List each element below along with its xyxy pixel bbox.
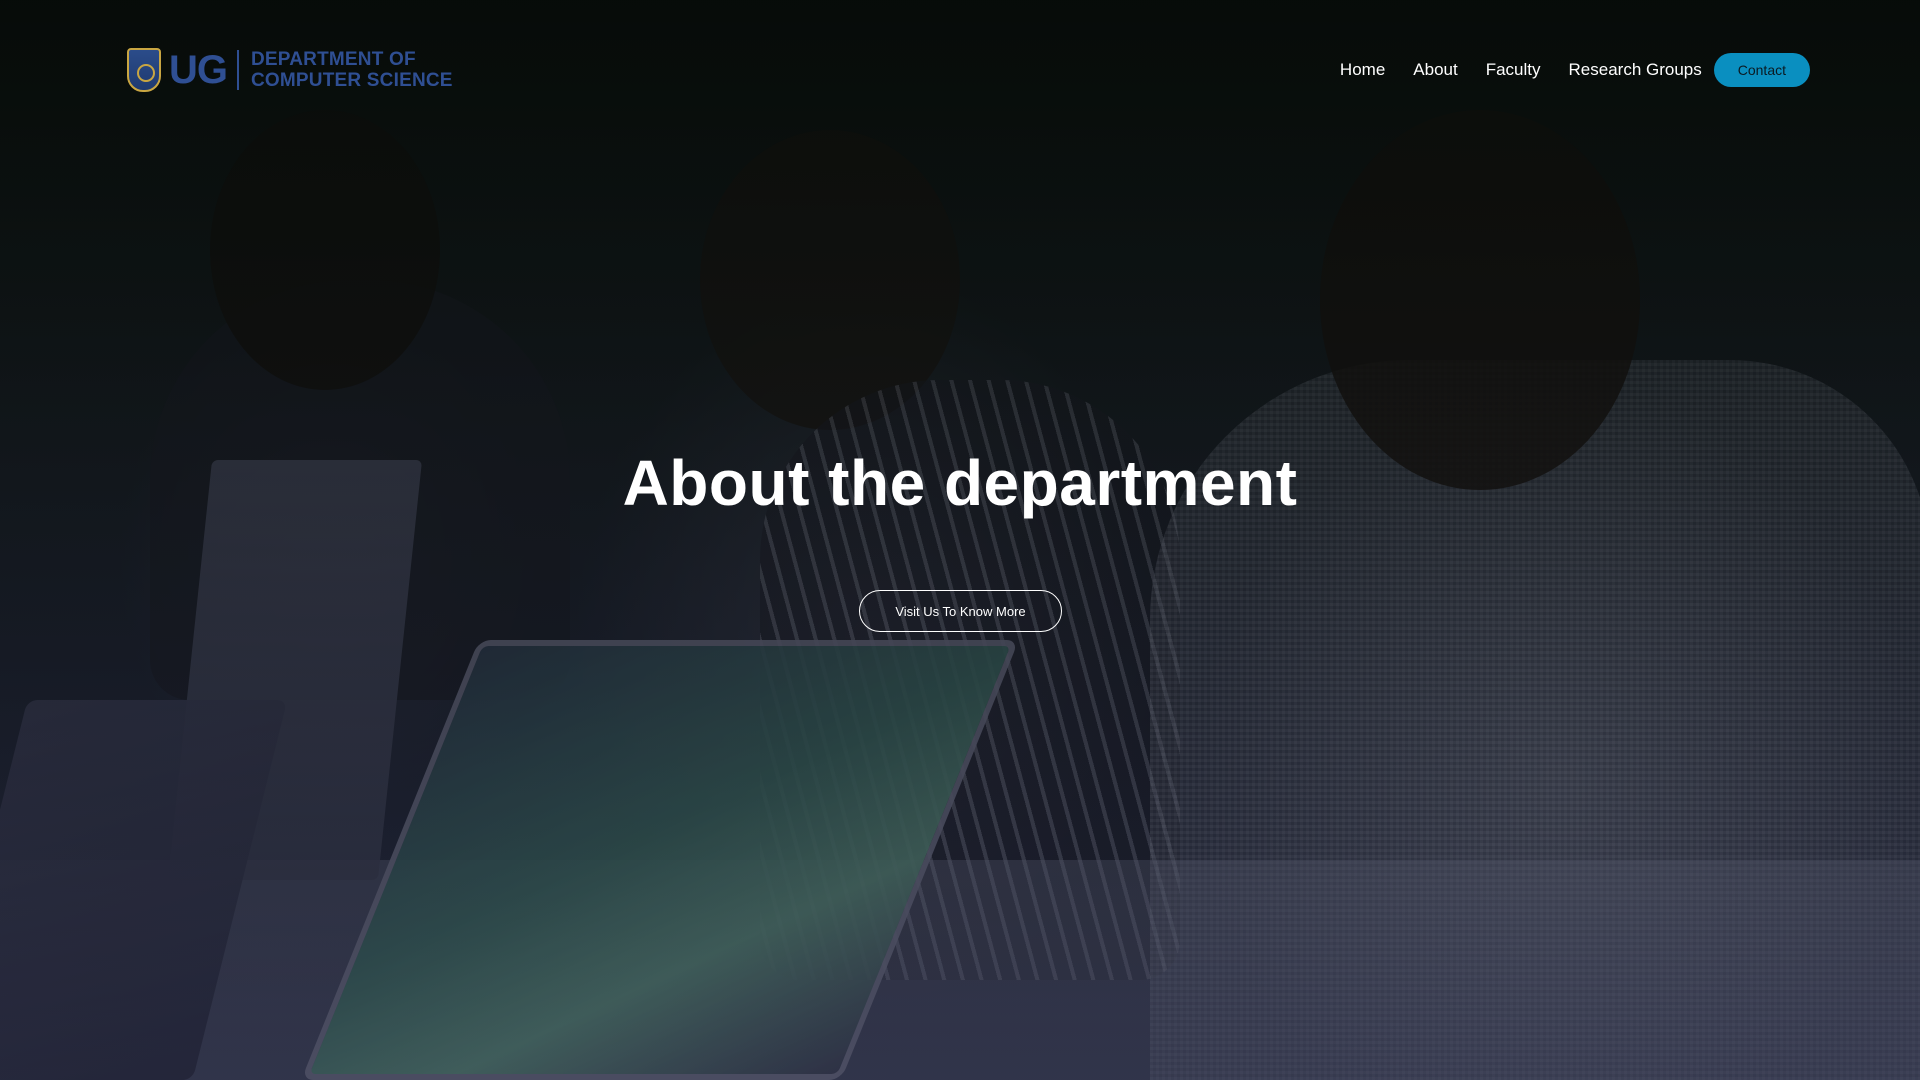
nav-home[interactable]: Home <box>1340 60 1385 80</box>
contact-button[interactable]: Contact <box>1713 53 1810 87</box>
main-nav: Home About Faculty Research Groups Conta… <box>1340 53 1810 87</box>
hero-section: UG DEPARTMENT OF COMPUTER SCIENCE Home A… <box>0 0 1920 1080</box>
site-logo[interactable]: UG DEPARTMENT OF COMPUTER SCIENCE <box>127 48 453 92</box>
logo-dept-line2: COMPUTER SCIENCE <box>251 70 453 91</box>
logo-ug-text: UG <box>169 48 228 92</box>
logo-department-name: DEPARTMENT OF COMPUTER SCIENCE <box>251 49 453 91</box>
nav-about[interactable]: About <box>1413 60 1457 80</box>
hero-dark-overlay <box>0 0 1920 1080</box>
logo-divider <box>237 50 239 90</box>
visit-us-button[interactable]: Visit Us To Know More <box>859 590 1062 632</box>
nav-faculty[interactable]: Faculty <box>1486 60 1541 80</box>
logo-dept-line1: DEPARTMENT OF <box>251 49 416 70</box>
hero-title: About the department <box>622 447 1298 519</box>
university-crest-icon <box>127 48 161 92</box>
nav-research-groups[interactable]: Research Groups <box>1569 60 1702 80</box>
site-header: UG DEPARTMENT OF COMPUTER SCIENCE Home A… <box>0 0 1920 140</box>
